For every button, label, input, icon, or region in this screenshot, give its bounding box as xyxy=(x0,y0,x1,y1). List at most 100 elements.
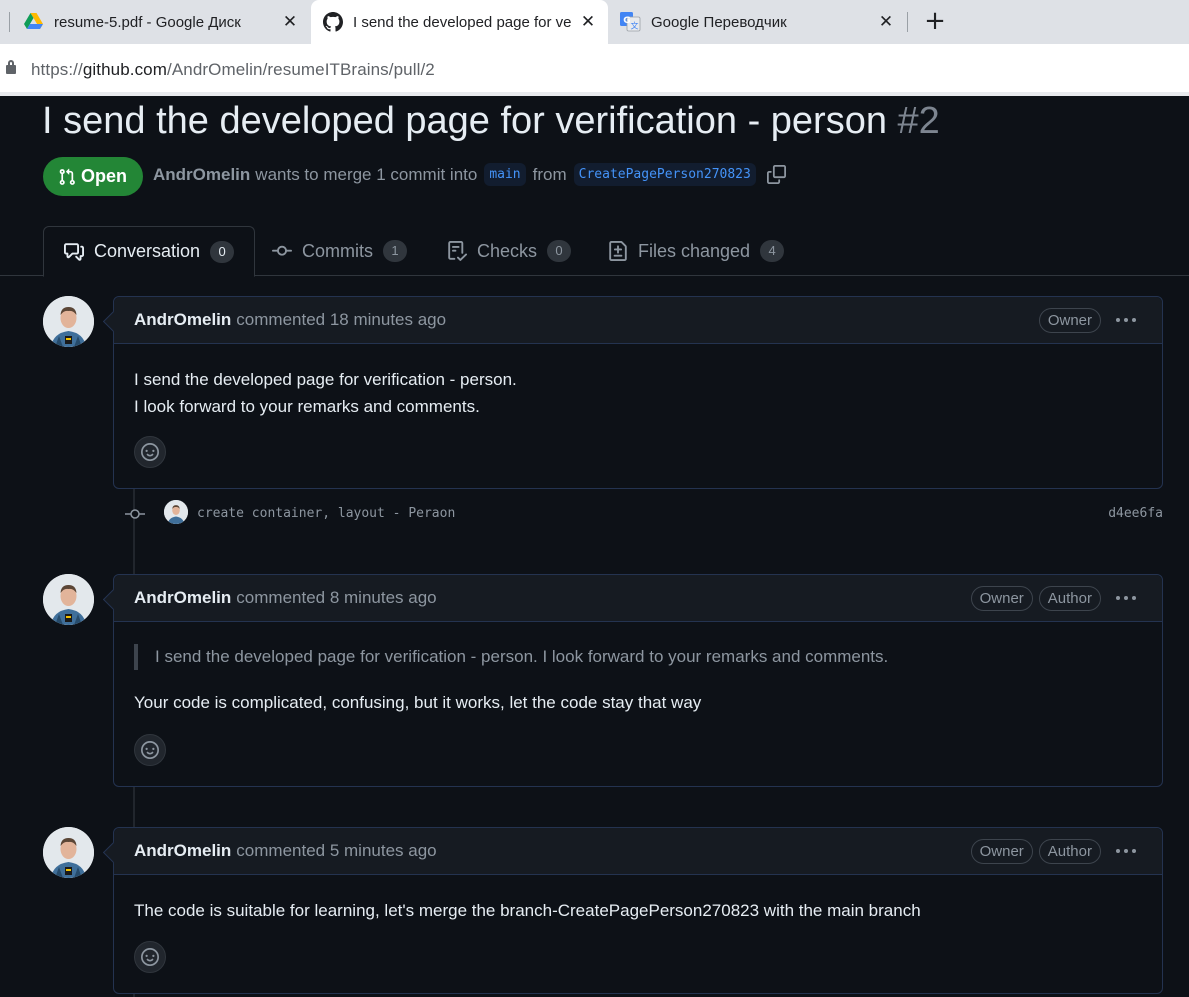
comment-body: I send the developed page for verificati… xyxy=(114,344,1162,420)
pr-meta: AndrOmelin wants to merge 1 commit into … xyxy=(153,163,786,186)
comment-header: AndrOmelin commented 5 minutes ago Owner… xyxy=(114,828,1162,875)
comment-author[interactable]: AndrOmelin xyxy=(134,588,231,608)
tab-counter: 4 xyxy=(760,240,785,262)
tab-counter: 0 xyxy=(210,240,235,263)
add-reaction-button[interactable] xyxy=(134,941,166,973)
browser-tab-google-translate[interactable]: G 文 Google Переводчик ✕ xyxy=(610,0,906,44)
user-avatar-icon xyxy=(43,574,94,625)
add-reaction-button[interactable] xyxy=(134,436,166,468)
kebab-horizontal-icon[interactable] xyxy=(1114,841,1138,861)
tab-conversation[interactable]: Conversation 0 xyxy=(43,226,256,277)
file-diff-icon xyxy=(609,241,627,261)
address-bar[interactable]: https://github.com/AndrOmelin/resumeITBr… xyxy=(0,44,1189,96)
comment-labels: Owner Author xyxy=(965,586,1101,611)
google-drive-icon xyxy=(24,13,43,29)
comment-labels: Owner Author xyxy=(965,839,1101,864)
new-tab-button[interactable]: + xyxy=(922,6,948,38)
pr-tabnav: Conversation 0 Commits 1 Checks 0 Files … xyxy=(0,226,1189,277)
comment-discussion-icon xyxy=(64,242,84,261)
owner-label: Owner xyxy=(970,586,1033,611)
commit-sha[interactable]: d4ee6fa xyxy=(1108,506,1163,521)
commit-row: create container, layout - Peraon d4ee6f… xyxy=(113,496,1163,532)
user-avatar-icon xyxy=(164,500,188,524)
avatar[interactable] xyxy=(164,500,188,524)
comment-line: The code is suitable for learning, let's… xyxy=(134,901,921,920)
git-commit-icon xyxy=(125,509,145,519)
tab-separator xyxy=(907,12,908,32)
blockquote: I send the developed page for verificati… xyxy=(134,644,1142,670)
kebab-horizontal-icon[interactable] xyxy=(1114,588,1138,608)
add-reaction-button[interactable] xyxy=(134,734,166,766)
tab-label: Conversation xyxy=(94,241,201,261)
avatar[interactable] xyxy=(43,574,94,625)
tab-title: Google Переводчик xyxy=(651,13,787,31)
git-commit-icon xyxy=(272,245,292,256)
google-translate-icon: G 文 xyxy=(620,12,641,32)
copy-icon[interactable] xyxy=(766,165,786,184)
comment-header: AndrOmelin commented 18 minutes ago Owne… xyxy=(114,297,1162,344)
head-branch[interactable]: CreatePagePerson270823 xyxy=(573,163,756,186)
comment-labels: Owner xyxy=(1033,308,1101,333)
pr-state-badge: Open xyxy=(43,157,143,196)
pr-author-link[interactable]: AndrOmelin xyxy=(153,165,250,185)
smiley-icon xyxy=(141,741,159,759)
merge-text: wants to merge 1 commit into xyxy=(255,164,478,184)
base-branch[interactable]: main xyxy=(484,163,526,186)
tab-separator xyxy=(9,12,10,32)
user-avatar-icon xyxy=(43,827,94,878)
avatar[interactable] xyxy=(43,827,94,878)
pr-number: #2 xyxy=(897,100,940,142)
tab-label: Checks xyxy=(477,240,538,261)
from-text: from xyxy=(532,164,567,184)
comment-line: Your code is complicated, confusing, but… xyxy=(134,693,702,712)
url-scheme: https:// xyxy=(31,60,83,79)
comment-time[interactable]: commented 8 minutes ago xyxy=(236,588,436,608)
browser-tab-google-drive[interactable]: resume-5.pdf - Google Диск ✕ xyxy=(18,0,308,44)
tab-title: resume-5.pdf - Google Диск xyxy=(54,13,241,31)
lock-icon xyxy=(6,60,16,74)
owner-label: Owner xyxy=(970,839,1033,864)
tab-counter: 1 xyxy=(383,240,407,262)
comment-box: AndrOmelin commented 8 minutes ago Owner… xyxy=(113,574,1163,787)
url-text[interactable]: https://github.com/AndrOmelin/resumeITBr… xyxy=(31,60,435,80)
comment-body: I send the developed page for verificati… xyxy=(114,622,1162,716)
tab-checks[interactable]: Checks 0 xyxy=(447,226,572,276)
pr-title: I send the developed page for verificati… xyxy=(42,100,940,143)
close-icon[interactable]: ✕ xyxy=(280,12,300,32)
user-avatar-icon xyxy=(43,296,94,347)
comment-box: AndrOmelin commented 18 minutes ago Owne… xyxy=(113,296,1163,489)
tab-title: I send the developed page for ve xyxy=(353,13,572,31)
author-label: Author xyxy=(1038,839,1101,864)
tab-counter: 0 xyxy=(547,240,572,262)
pr-state-label: Open xyxy=(81,166,128,186)
comment-header: AndrOmelin commented 8 minutes ago Owner… xyxy=(114,575,1162,622)
url-host: github.com xyxy=(82,60,167,79)
comment-author[interactable]: AndrOmelin xyxy=(134,310,231,330)
comment-time[interactable]: commented 18 minutes ago xyxy=(236,310,446,330)
smiley-icon xyxy=(141,443,159,461)
smiley-icon xyxy=(141,948,159,966)
avatar[interactable] xyxy=(43,296,94,347)
comment-line: I look forward to your remarks and comme… xyxy=(134,397,480,416)
owner-label: Owner xyxy=(1038,308,1101,333)
tab-commits[interactable]: Commits 1 xyxy=(272,226,407,276)
close-icon[interactable]: ✕ xyxy=(578,12,598,32)
comment-line: I send the developed page for verificati… xyxy=(134,370,517,389)
comment-box: AndrOmelin commented 5 minutes ago Owner… xyxy=(113,827,1163,994)
tab-label: Files changed xyxy=(638,240,751,261)
commit-message[interactable]: create container, layout - Peraon xyxy=(197,506,455,521)
svg-text:G: G xyxy=(623,16,630,26)
tab-files-changed[interactable]: Files changed 4 xyxy=(608,226,785,276)
comment-time[interactable]: commented 5 minutes ago xyxy=(236,841,436,861)
svg-text:文: 文 xyxy=(631,21,639,31)
close-icon[interactable]: ✕ xyxy=(876,12,896,32)
kebab-horizontal-icon[interactable] xyxy=(1114,310,1138,330)
url-path: /AndrOmelin/resumeITBrains/pull/2 xyxy=(167,60,435,79)
pr-title-text: I send the developed page for verificati… xyxy=(42,100,887,142)
github-icon xyxy=(323,12,343,32)
browser-tab-github-pr[interactable]: I send the developed page for ve ✕ xyxy=(311,0,608,44)
browser-tab-strip: resume-5.pdf - Google Диск ✕ I send the … xyxy=(0,0,1189,44)
comment-body: The code is suitable for learning, let's… xyxy=(114,875,1162,924)
author-label: Author xyxy=(1038,586,1101,611)
comment-author[interactable]: AndrOmelin xyxy=(134,841,231,861)
